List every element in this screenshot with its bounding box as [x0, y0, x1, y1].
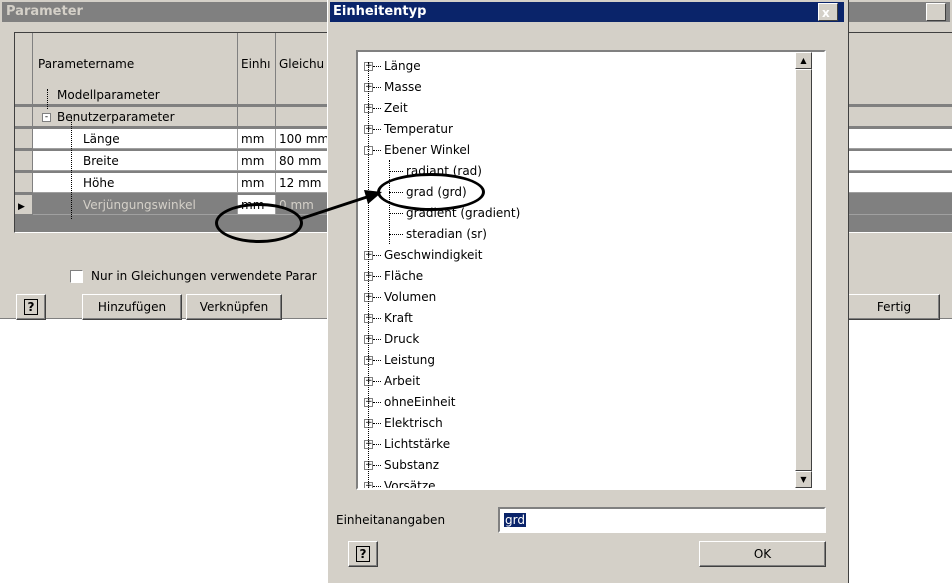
annotation-arrow — [299, 190, 382, 221]
